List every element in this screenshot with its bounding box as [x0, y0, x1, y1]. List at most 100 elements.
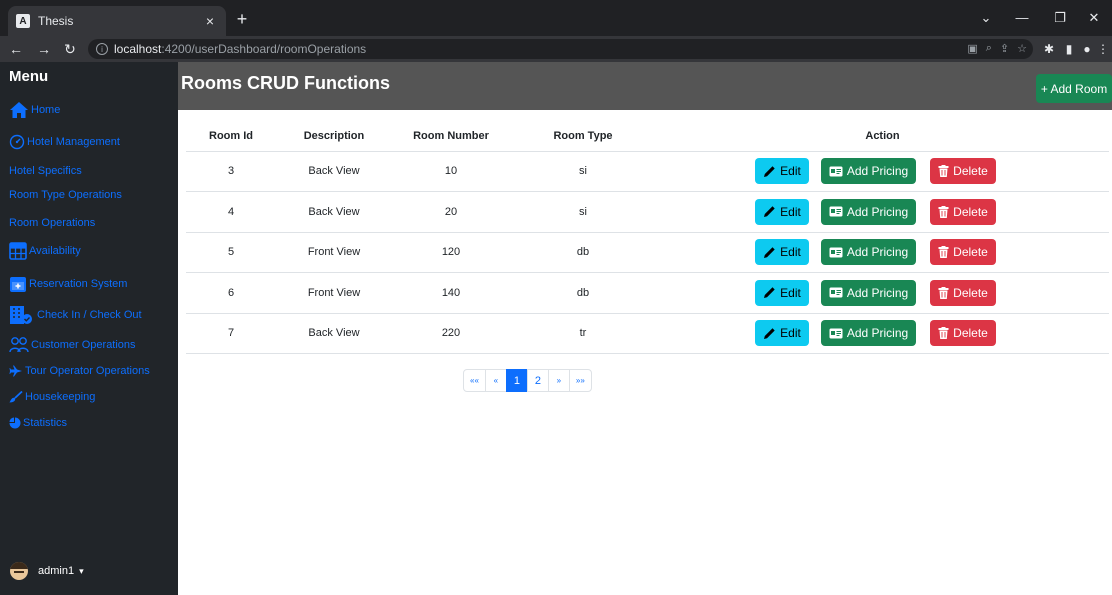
page-link-1[interactable]: 1 — [505, 369, 528, 392]
edit-button[interactable]: Edit — [755, 320, 809, 347]
page-first-link[interactable]: «« — [463, 369, 486, 392]
cell-room-number: 20 — [392, 191, 510, 233]
card-icon — [829, 287, 843, 298]
tab-close-icon[interactable]: × — [202, 13, 218, 29]
people-icon — [9, 336, 29, 354]
reload-icon[interactable]: ↻ — [60, 39, 80, 59]
trash-icon — [938, 327, 949, 340]
page-header: Rooms CRUD Functions + Add Room — [178, 62, 1112, 110]
table-row: 7 Back View 220 tr Edit Add Pricing Delete — [186, 313, 1109, 354]
column-header-room-number: Room Number — [392, 121, 510, 152]
sidebar-item-label: Home — [31, 104, 61, 116]
cell-room-id: 3 — [186, 151, 276, 192]
edit-button[interactable]: Edit — [755, 158, 809, 185]
sidebar-item-room-type-operations[interactable]: Room Type Operations — [9, 189, 122, 201]
sidebar-item-housekeeping[interactable]: Housekeeping — [9, 391, 95, 403]
page-next-link[interactable]: » — [547, 369, 570, 392]
translate-icon[interactable]: ▣ — [967, 42, 977, 55]
sidebar-item-reservation-system[interactable]: Reservation System — [9, 275, 127, 293]
add-pricing-button[interactable]: Add Pricing — [821, 198, 916, 225]
sidebar-item-label: Statistics — [23, 417, 68, 429]
avatar — [10, 562, 28, 580]
table-row: 6 Front View 140 db Edit Add Pricing Delete — [186, 272, 1109, 314]
add-pricing-button[interactable]: Add Pricing — [821, 279, 916, 306]
page-prev-link[interactable]: « — [484, 369, 507, 392]
page-title: Rooms CRUD Functions — [181, 73, 390, 93]
app-favicon-icon: A — [16, 14, 30, 28]
airplane-icon — [9, 365, 23, 377]
sidebar-item-room-operations[interactable]: Room Operations — [9, 217, 95, 229]
trash-icon — [938, 246, 949, 259]
restore-icon[interactable]: ❐ — [1048, 8, 1072, 28]
edit-label: Edit — [780, 245, 801, 260]
card-icon — [829, 247, 843, 258]
sidebar-item-statistics[interactable]: Statistics — [9, 417, 67, 429]
cell-room-number: 220 — [392, 313, 510, 354]
cell-room-id: 5 — [186, 232, 276, 273]
table-row: 4 Back View 20 si Edit Add Pricing Delete — [186, 191, 1109, 233]
cell-room-type: tr — [510, 313, 656, 354]
extensions-puzzle-icon[interactable]: ✱ — [1040, 40, 1058, 58]
add-pricing-button[interactable]: Add Pricing — [821, 158, 916, 185]
zoom-icon[interactable]: ⌕ — [986, 42, 992, 55]
forward-icon[interactable]: → — [34, 39, 54, 59]
side-panel-icon[interactable]: ▮ — [1060, 40, 1078, 58]
new-tab-icon[interactable]: + — [230, 8, 254, 30]
sidebar-item-label: Availability — [29, 245, 81, 257]
trash-icon — [938, 205, 949, 218]
add-room-button[interactable]: + Add Room — [1036, 74, 1112, 103]
browser-menu-icon[interactable]: ⋮ — [1094, 40, 1112, 58]
delete-button[interactable]: Delete — [930, 198, 996, 225]
edit-label: Edit — [780, 204, 801, 219]
column-header-action: Action — [656, 121, 1109, 152]
pagination: «« « 1 2 » »» — [463, 369, 592, 392]
cell-room-number: 10 — [392, 151, 510, 192]
delete-label: Delete — [953, 285, 988, 300]
tab-search-chevron-icon[interactable]: ⌄ — [974, 8, 998, 28]
back-icon[interactable]: ← — [6, 39, 26, 59]
sidebar-item-hotel-management[interactable]: Hotel Management — [9, 134, 120, 150]
add-pricing-button[interactable]: Add Pricing — [821, 239, 916, 266]
delete-button[interactable]: Delete — [930, 158, 996, 185]
add-pricing-label: Add Pricing — [846, 326, 909, 341]
window-close-icon[interactable]: ✕ — [1082, 8, 1106, 28]
delete-button[interactable]: Delete — [930, 279, 996, 306]
url-host: localhost — [114, 42, 162, 56]
sidebar-item-customer-operations[interactable]: Customer Operations — [9, 336, 136, 354]
share-icon[interactable]: ⇪ — [1000, 42, 1009, 55]
user-menu[interactable]: admin1 ▾ — [10, 562, 84, 580]
sidebar-item-home[interactable]: Home — [9, 101, 60, 119]
sidebar-item-label: Room Operations — [9, 217, 96, 229]
edit-button[interactable]: Edit — [755, 239, 809, 266]
pencil-icon — [763, 286, 776, 299]
minimize-icon[interactable]: — — [1010, 8, 1034, 28]
browser-tab[interactable]: A Thesis × — [8, 6, 226, 36]
sidebar-item-check-in-out[interactable]: Check In / Check Out — [9, 305, 142, 325]
house-icon — [9, 101, 29, 119]
delete-label: Delete — [953, 326, 988, 341]
delete-label: Delete — [953, 245, 988, 260]
bookmark-star-icon[interactable]: ☆ — [1017, 42, 1027, 55]
cell-room-type: db — [510, 232, 656, 273]
page-last-link[interactable]: »» — [568, 369, 592, 392]
user-name: admin1 — [38, 565, 75, 577]
cell-actions: Edit Add Pricing Delete — [656, 232, 1109, 273]
address-bar[interactable]: i localhost :4200/userDashboard/roomOper… — [88, 39, 1033, 59]
column-header-description: Description — [276, 121, 392, 152]
delete-button[interactable]: Delete — [930, 320, 996, 347]
sidebar-item-availability[interactable]: Availability — [9, 242, 81, 260]
edit-button[interactable]: Edit — [755, 279, 809, 306]
edit-label: Edit — [780, 164, 801, 179]
edit-button[interactable]: Edit — [755, 198, 809, 225]
add-pricing-button[interactable]: Add Pricing — [821, 320, 916, 347]
pencil-icon — [763, 327, 776, 340]
delete-button[interactable]: Delete — [930, 239, 996, 266]
page-link-2[interactable]: 2 — [526, 369, 549, 392]
sidebar-item-label: Hotel Specifics — [9, 165, 82, 177]
pencil-icon — [763, 205, 776, 218]
column-header-room-type: Room Type — [510, 121, 656, 152]
site-info-icon[interactable]: i — [96, 43, 108, 55]
sidebar-item-tour-operator-operations[interactable]: Tour Operator Operations — [9, 365, 150, 377]
url-path: :4200/userDashboard/roomOperations — [161, 42, 367, 56]
sidebar-item-hotel-specifics[interactable]: Hotel Specifics — [9, 165, 82, 177]
